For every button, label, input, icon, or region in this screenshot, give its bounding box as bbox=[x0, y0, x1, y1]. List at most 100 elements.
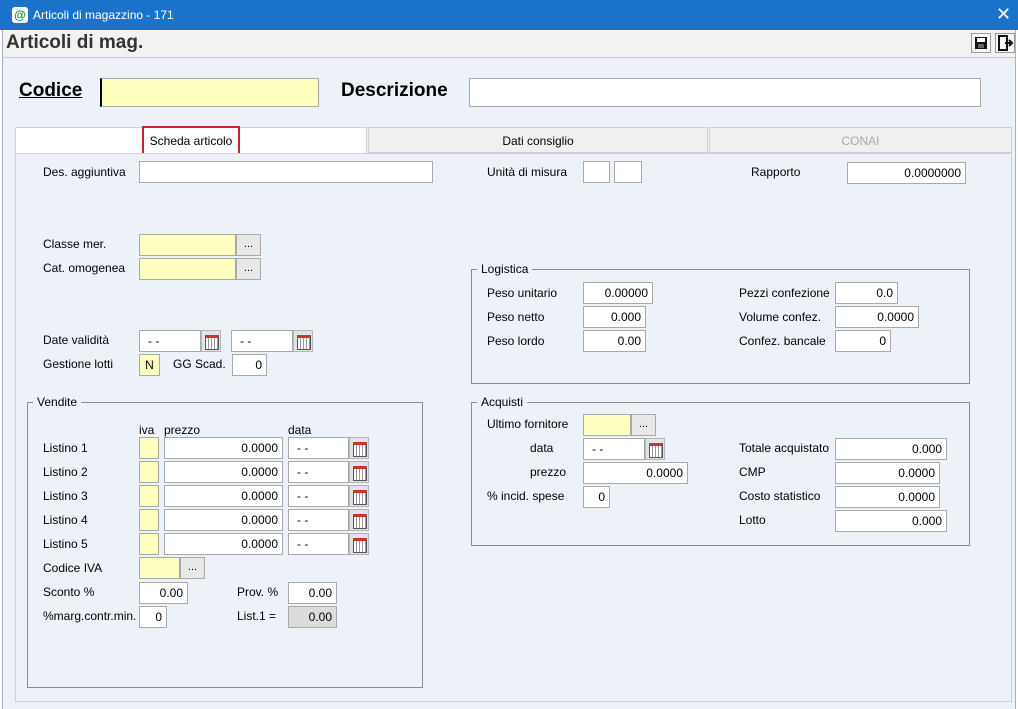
ultimo-fornitore-label: Ultimo fornitore bbox=[487, 417, 569, 431]
calendar-icon[interactable] bbox=[349, 461, 369, 483]
cat-omogenea-lookup-button[interactable]: ... bbox=[236, 258, 261, 280]
confez-bancale-input[interactable]: 0 bbox=[835, 330, 891, 352]
acquisti-data-label: data bbox=[530, 441, 554, 455]
list1-label: List.1 = bbox=[237, 609, 277, 623]
date-validita-label: Date validità bbox=[43, 333, 110, 347]
listino-prezzo-input[interactable]: 0.0000 bbox=[164, 461, 283, 483]
unita-misura-label: Unità di misura bbox=[487, 165, 568, 179]
cat-omogenea-label: Cat. omogenea bbox=[43, 261, 126, 275]
totale-acquistato-label: Totale acquistato bbox=[739, 441, 830, 455]
exit-button[interactable] bbox=[995, 33, 1015, 53]
listino-prezzo-input[interactable]: 0.0000 bbox=[164, 437, 283, 459]
listino-iva-input[interactable] bbox=[139, 461, 159, 483]
codice-iva-lookup-button[interactable]: ... bbox=[180, 557, 205, 579]
marg-contr-label: %marg.contr.min. bbox=[43, 609, 137, 623]
form-title: Articoli di mag. bbox=[6, 32, 144, 53]
codice-iva-label: Codice IVA bbox=[43, 561, 103, 575]
logistica-title: Logistica bbox=[477, 262, 533, 276]
tab-conai: CONAI bbox=[709, 127, 1012, 153]
codice-iva-input[interactable] bbox=[139, 557, 180, 579]
date-validita-to-input[interactable]: - - bbox=[231, 330, 293, 352]
listino-prezzo-input[interactable]: 0.0000 bbox=[164, 533, 283, 555]
pezzi-confezione-input[interactable]: 0.0 bbox=[835, 282, 898, 304]
classe-mer-label: Classe mer. bbox=[43, 237, 107, 251]
rapporto-label: Rapporto bbox=[751, 165, 801, 179]
acquisti-data-input[interactable]: - - bbox=[583, 438, 645, 460]
sconto-input[interactable]: 0.00 bbox=[139, 582, 188, 604]
prov-input[interactable]: 0.00 bbox=[288, 582, 337, 604]
listino-label: Listino 4 bbox=[43, 513, 88, 527]
listino-iva-input[interactable] bbox=[139, 509, 159, 531]
calendar-icon[interactable] bbox=[349, 437, 369, 459]
listino-data-input[interactable]: - - bbox=[288, 437, 349, 459]
floppy-disk-icon bbox=[975, 37, 987, 49]
descrizione-input[interactable] bbox=[469, 78, 981, 107]
rapporto-input[interactable]: 0.0000000 bbox=[847, 162, 966, 184]
acquisti-title: Acquisti bbox=[477, 395, 528, 409]
peso-lordo-label: Peso lordo bbox=[487, 334, 545, 348]
des-aggiuntiva-input[interactable] bbox=[139, 161, 433, 183]
peso-lordo-input[interactable]: 0.00 bbox=[583, 330, 646, 352]
window-title: Articoli di magazzino - 171 bbox=[33, 8, 174, 22]
classe-mer-input[interactable] bbox=[139, 234, 236, 256]
sconto-label: Sconto % bbox=[43, 585, 95, 599]
des-aggiuntiva-label: Des. aggiuntiva bbox=[43, 165, 126, 179]
col-data-header: data bbox=[288, 423, 312, 437]
save-button[interactable] bbox=[971, 33, 991, 53]
codice-label: Codice bbox=[19, 80, 83, 101]
lotto-label: Lotto bbox=[739, 513, 766, 527]
ultimo-fornitore-input[interactable] bbox=[583, 414, 631, 436]
costo-statistico-label: Costo statistico bbox=[739, 489, 821, 503]
unita-misura-input-1[interactable] bbox=[583, 161, 610, 183]
costo-statistico-input[interactable]: 0.0000 bbox=[835, 486, 940, 508]
listino-data-input[interactable]: - - bbox=[288, 485, 349, 507]
calendar-icon[interactable] bbox=[349, 485, 369, 507]
calendar-icon[interactable] bbox=[349, 533, 369, 555]
gestione-lotti-input[interactable]: N bbox=[139, 354, 160, 376]
listino-iva-input[interactable] bbox=[139, 533, 159, 555]
peso-netto-label: Peso netto bbox=[487, 310, 545, 324]
incid-spese-label: % incid. spese bbox=[487, 489, 565, 503]
col-prezzo-header: prezzo bbox=[164, 423, 201, 437]
listino-prezzo-input[interactable]: 0.0000 bbox=[164, 509, 283, 531]
totale-acquistato-input[interactable]: 0.000 bbox=[835, 438, 947, 460]
listino-label: Listino 5 bbox=[43, 537, 88, 551]
unita-misura-input-2[interactable] bbox=[614, 161, 642, 183]
calendar-icon[interactable] bbox=[293, 330, 313, 352]
listino-iva-input[interactable] bbox=[139, 485, 159, 507]
listino-data-input[interactable]: - - bbox=[288, 509, 349, 531]
tab-dati-consiglio[interactable]: Dati consiglio bbox=[368, 127, 708, 153]
exit-door-icon bbox=[998, 35, 1014, 51]
app-icon: @ bbox=[12, 7, 28, 23]
cmp-input[interactable]: 0.0000 bbox=[835, 462, 940, 484]
listino-data-input[interactable]: - - bbox=[288, 533, 349, 555]
classe-mer-lookup-button[interactable]: ... bbox=[236, 234, 261, 256]
calendar-icon[interactable] bbox=[349, 509, 369, 531]
pezzi-confezione-label: Pezzi confezione bbox=[739, 286, 830, 300]
lotto-input[interactable]: 0.000 bbox=[835, 510, 947, 532]
date-validita-from-input[interactable]: - - bbox=[139, 330, 201, 352]
calendar-icon[interactable] bbox=[645, 438, 665, 460]
listino-data-input[interactable]: - - bbox=[288, 461, 349, 483]
peso-unitario-input[interactable]: 0.00000 bbox=[583, 282, 653, 304]
cat-omogenea-input[interactable] bbox=[139, 258, 236, 280]
marg-contr-input[interactable]: 0 bbox=[139, 606, 167, 628]
codice-input[interactable] bbox=[100, 78, 319, 107]
listino-label: Listino 1 bbox=[43, 441, 88, 455]
gg-scad-label: GG Scad. bbox=[173, 357, 226, 371]
confez-bancale-label: Confez. bancale bbox=[739, 334, 826, 348]
listino-iva-input[interactable] bbox=[139, 437, 159, 459]
gg-scad-input[interactable]: 0 bbox=[232, 354, 267, 376]
volume-confez-label: Volume confez. bbox=[739, 310, 822, 324]
list1-value: 0.00 bbox=[288, 606, 337, 628]
acquisti-prezzo-label: prezzo bbox=[530, 465, 567, 479]
listino-prezzo-input[interactable]: 0.0000 bbox=[164, 485, 283, 507]
volume-confez-input[interactable]: 0.0000 bbox=[835, 306, 919, 328]
close-icon[interactable]: ✕ bbox=[996, 4, 1011, 24]
ultimo-fornitore-lookup-button[interactable]: ... bbox=[631, 414, 656, 436]
acquisti-prezzo-input[interactable]: 0.0000 bbox=[583, 462, 688, 484]
incid-spese-input[interactable]: 0 bbox=[583, 486, 610, 508]
peso-netto-input[interactable]: 0.000 bbox=[583, 306, 646, 328]
calendar-icon[interactable] bbox=[201, 330, 221, 352]
cmp-label: CMP bbox=[739, 465, 766, 479]
